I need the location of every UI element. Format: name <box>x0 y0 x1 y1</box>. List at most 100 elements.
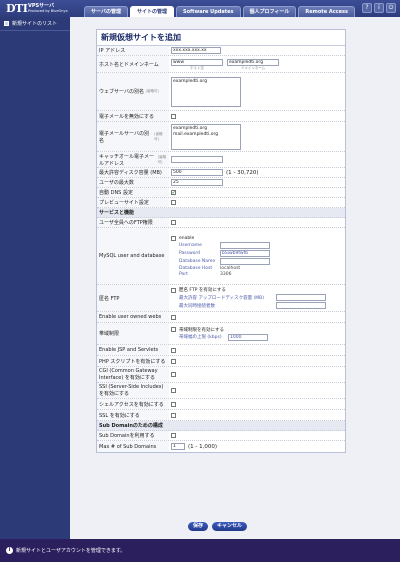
tab-software-updates[interactable]: Software Updates <box>175 6 241 17</box>
tab-remote-access[interactable]: Remote Access <box>298 6 355 17</box>
anon-ftp-conn-field[interactable] <box>276 302 326 309</box>
web-alias-label: ウェブサーバの別名 <box>99 89 144 95</box>
shell-checkbox[interactable] <box>171 401 176 407</box>
jsp-checkbox[interactable] <box>171 347 176 353</box>
ssi-checkbox[interactable] <box>171 388 176 393</box>
row-disable-mail: 電子メールを無効にする <box>97 111 345 122</box>
shell-label: シェルアクセスを有効にする <box>97 399 169 409</box>
tab-personal-profile[interactable]: 個人プロフィール <box>242 6 297 17</box>
status-text: 新規サイトとユーザアカウントを管理できます。 <box>16 548 126 554</box>
row-max-users: ユーザの最大数 25 <box>97 178 345 188</box>
form-title: 新規仮想サイトを追加 <box>97 30 345 46</box>
ip-label: IP アドレス <box>97 46 169 55</box>
max-subdomains-range: (1 - 1,000) <box>188 443 218 450</box>
bandwidth-enable-label: 帯域制限を有効にする <box>179 327 225 333</box>
sidebar-item-label: 新規サイトのリスト <box>12 21 58 27</box>
save-button[interactable]: 保存 <box>188 522 209 531</box>
catchall-field[interactable] <box>171 156 223 163</box>
host-label: ホスト名とドメインネーム <box>97 56 169 72</box>
row-anon-ftp: 匿名 FTP 匿名 FTP を有効にする 最大許容 アップロードディスク容量 (… <box>97 285 345 312</box>
row-mysql: MySQL user and database enable Username … <box>97 228 345 285</box>
row-ftp-all: ユーザ全員へのFTP権限 <box>97 218 345 228</box>
logo-mark: DTI <box>6 2 28 15</box>
mysql-dbname-field[interactable] <box>220 257 270 265</box>
subdomain-enable-checkbox[interactable] <box>171 433 176 438</box>
info-circle-icon: i <box>6 547 13 554</box>
quota-range: (1 - 30,720) <box>226 169 259 176</box>
row-jsp: Enable JSP and Servlets <box>97 345 345 356</box>
max-users-label: ユーザの最大数 <box>97 178 169 187</box>
disable-mail-checkbox[interactable] <box>171 113 176 119</box>
hostname-field[interactable]: www <box>171 59 223 66</box>
bandwidth-checkbox[interactable] <box>171 327 176 332</box>
preview-checkbox[interactable] <box>171 200 176 205</box>
list-icon <box>4 21 9 26</box>
ip-field[interactable]: xxx.xxx.xxx.xx <box>171 47 221 54</box>
anon-ftp-quota-field[interactable] <box>276 294 326 301</box>
row-host: ホスト名とドメインネーム www ホスト名 exampledti.org ドメイ… <box>97 56 345 73</box>
sidebar: 新規サイトのリスト <box>0 17 70 539</box>
mysql-enable-checkbox[interactable] <box>171 235 176 241</box>
mysql-port-value: 3306 <box>220 271 232 277</box>
hostname-caption: ホスト名 <box>190 66 204 70</box>
row-ssl: SSL を有効にする <box>97 410 345 421</box>
mysql-dbname-label: Database Name <box>179 258 216 264</box>
help-icon[interactable]: ? <box>362 3 372 13</box>
logout-icon[interactable]: ⏻ <box>386 3 396 13</box>
php-label: PHP スクリプトを有効にする <box>97 356 169 366</box>
web-alias-hint: (省略可) <box>145 89 159 93</box>
ssl-checkbox[interactable] <box>171 412 176 418</box>
cgi-checkbox[interactable] <box>171 372 176 377</box>
catchall-label: キャッチオール電子メールアドレス <box>99 153 155 167</box>
user-webs-checkbox[interactable] <box>171 314 176 320</box>
ftp-all-checkbox[interactable] <box>171 220 176 225</box>
subdomain-enable-label: Sub Domainを利用する <box>97 431 169 440</box>
row-cgi: CGI (Common Gateway Interface) を有効にする <box>97 367 345 383</box>
anon-ftp-checkbox[interactable] <box>171 287 176 293</box>
top-bar: DTI VPSサーバ Produced by BlueOnyx サーバの管理 サ… <box>0 0 400 17</box>
mail-alias-label: 電子メールサーバの別名 <box>99 130 149 144</box>
domain-field[interactable]: exampledti.org <box>227 59 279 66</box>
user-webs-label: Enable user owned webs <box>97 312 169 322</box>
mysql-username-field[interactable] <box>220 241 270 249</box>
php-checkbox[interactable] <box>171 358 176 364</box>
ssi-label: SSI (Server-Side Includes) を有効にする <box>97 383 169 398</box>
row-subdomain-enable: Sub Domainを利用する <box>97 431 345 441</box>
byline: Produced by BlueOnyx <box>28 9 68 13</box>
sidebar-item-new-site-list[interactable]: 新規サイトのリスト <box>0 17 70 31</box>
mail-alias-textarea[interactable]: exampledti.org mail.exampledti.org <box>171 123 241 150</box>
info-icon[interactable]: i <box>374 3 384 13</box>
ftp-all-label: ユーザ全員へのFTP権限 <box>97 218 169 227</box>
web-alias-textarea[interactable]: exampledti.org <box>171 76 241 107</box>
tab-site-management[interactable]: サイトの管理 <box>129 6 174 17</box>
mail-alias-hint: (省略可) <box>154 131 163 141</box>
cancel-button[interactable]: キャンセル <box>212 522 248 531</box>
row-mail-alias: 電子メールサーバの別名 (省略可) exampledti.org mail.ex… <box>97 122 345 152</box>
main-panel: 新規仮想サイトを追加 IP アドレス xxx.xxx.xxx.xx ホスト名とド… <box>70 17 400 539</box>
bandwidth-limit-field[interactable]: 1000 <box>228 333 268 341</box>
tab-server-management[interactable]: サーバの管理 <box>84 6 128 17</box>
mysql-password-field[interactable]: bSiwb9fwfb <box>220 249 270 257</box>
mysql-enable-label: enable <box>179 235 195 241</box>
row-web-alias: ウェブサーバの別名 (省略可) exampledti.org <box>97 73 345 111</box>
row-preview: プレビューサイト設定 <box>97 198 345 208</box>
row-max-subdomains: Max # of Sub Domains 1 (1 - 1,000) <box>97 441 345 452</box>
mysql-host-value: localhost <box>220 265 241 271</box>
max-subdomains-field[interactable]: 1 <box>171 443 185 450</box>
max-users-field[interactable]: 25 <box>171 179 223 186</box>
anon-ftp-enable-label: 匿名 FTP を有効にする <box>179 288 226 293</box>
mysql-port-label: Port <box>179 271 188 277</box>
preview-label: プレビューサイト設定 <box>97 198 169 207</box>
auto-dns-checkbox[interactable] <box>171 189 177 196</box>
mysql-host-label: Database Host <box>179 265 213 271</box>
row-quota: 最大許容ディスク容量 (MB) 500 (1 - 30,720) <box>97 168 345 178</box>
header-icons: ? i ⏻ <box>362 3 396 13</box>
add-site-form: 新規仮想サイトを追加 IP アドレス xxx.xxx.xxx.xx ホスト名とド… <box>96 29 346 453</box>
services-header: サービスと機能 <box>97 208 345 218</box>
anon-ftp-conn-label: 最大同時接続者数 <box>179 303 215 309</box>
max-subdomains-label: Max # of Sub Domains <box>97 441 169 452</box>
row-shell: シェルアクセスを有効にする <box>97 399 345 410</box>
row-ssi: SSI (Server-Side Includes) を有効にする <box>97 383 345 399</box>
auto-dns-label: 自動 DNS 設定 <box>97 188 169 197</box>
quota-field[interactable]: 500 <box>171 169 223 176</box>
